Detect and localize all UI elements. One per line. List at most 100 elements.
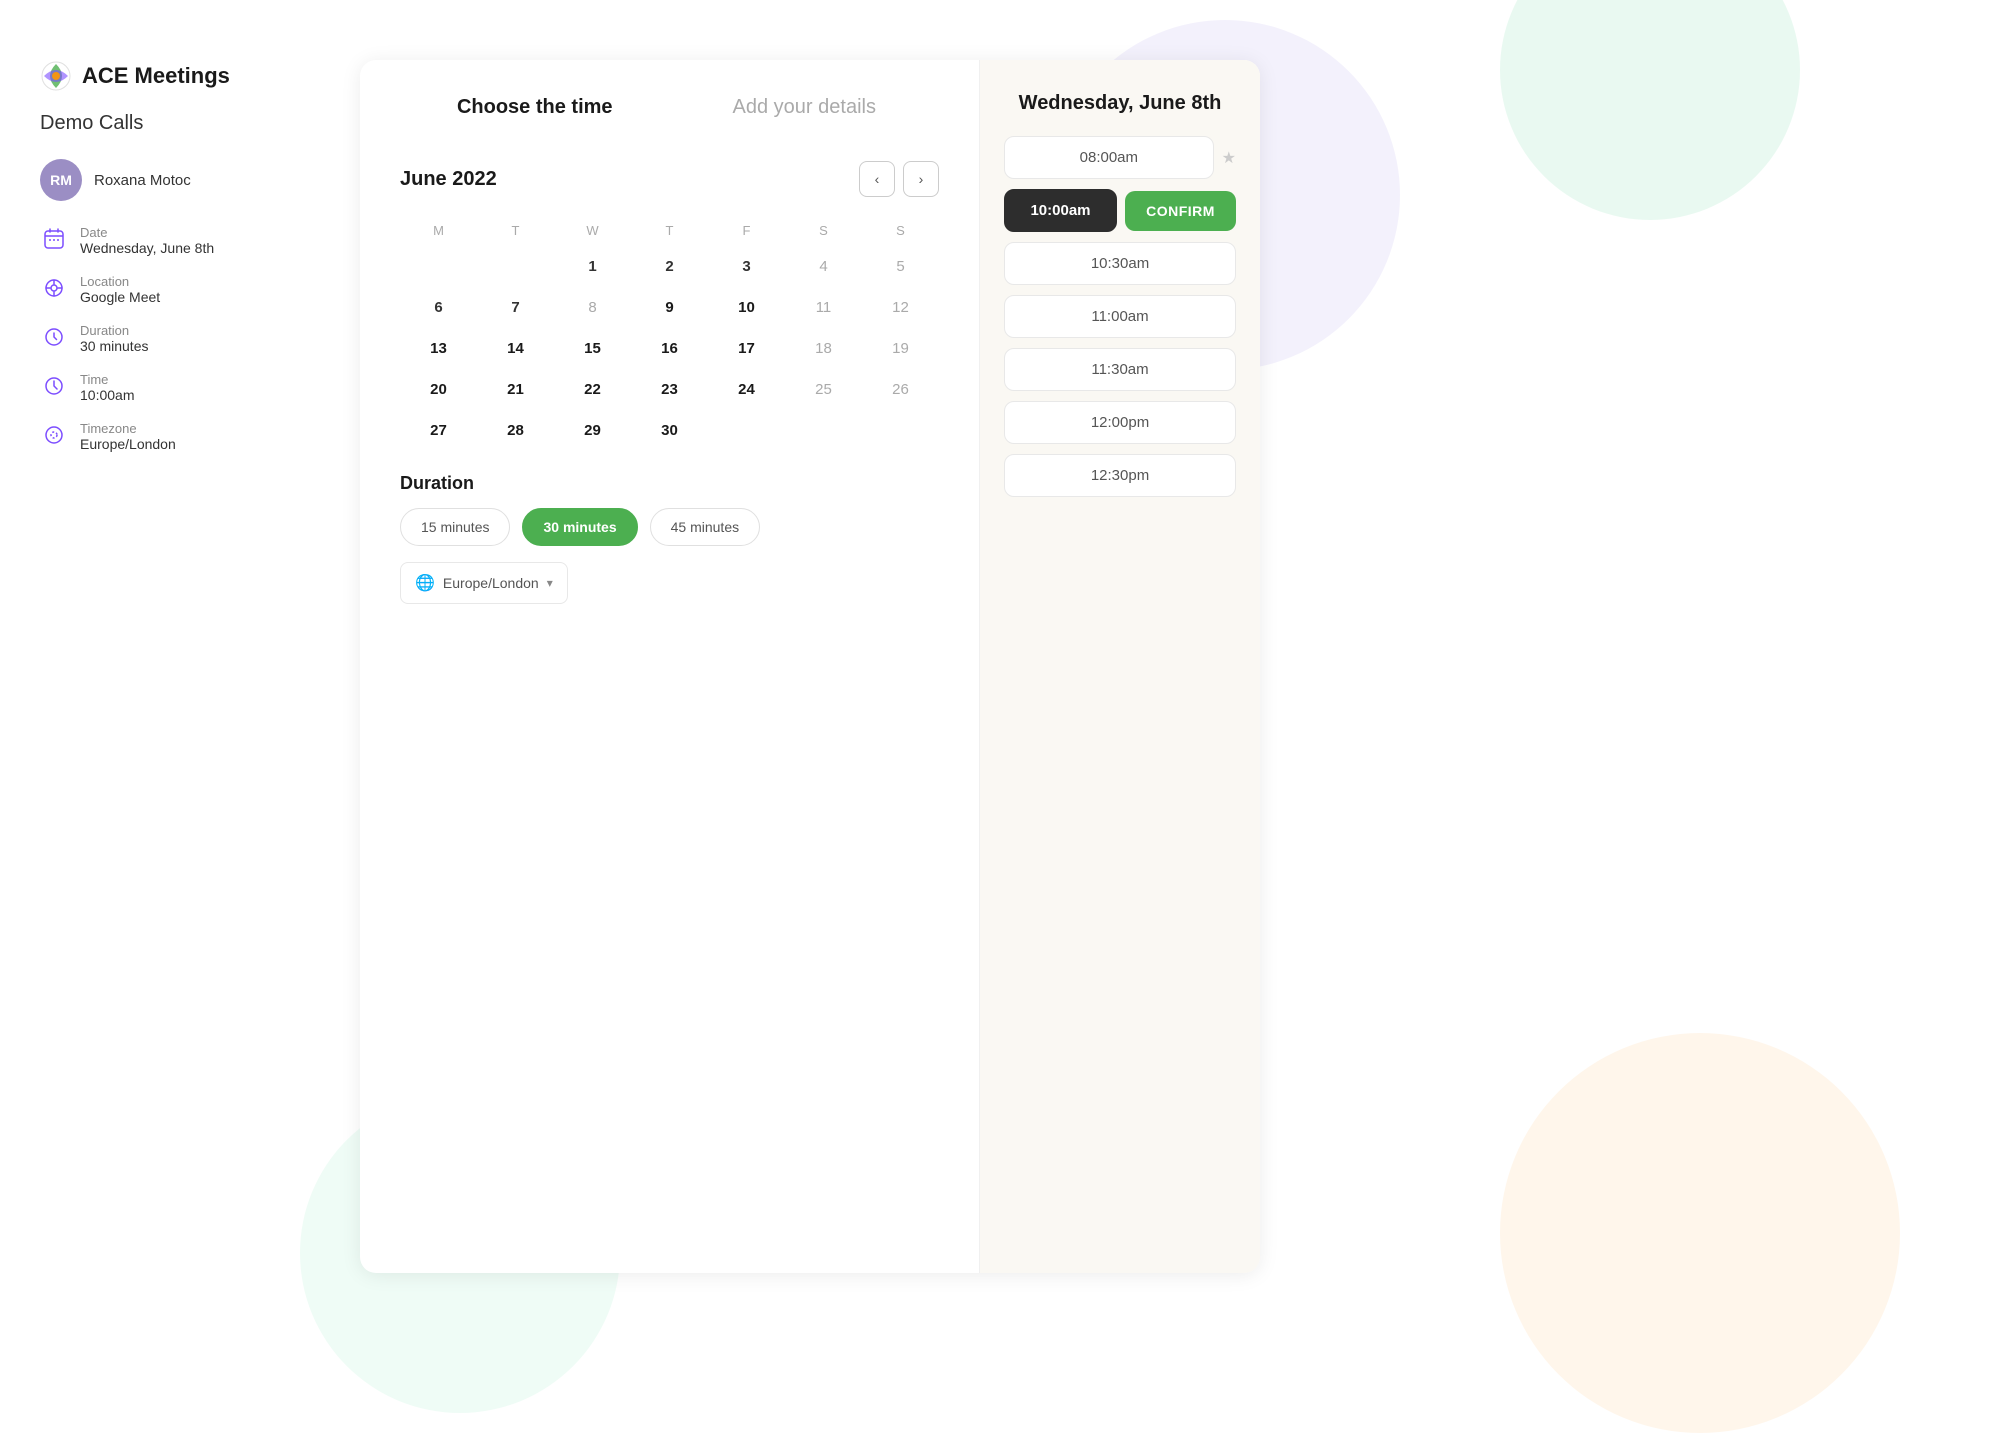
info-list: Date Wednesday, June 8th Location Google… (40, 225, 300, 452)
timezone-display: Europe/London (443, 575, 539, 591)
info-date: Date Wednesday, June 8th (40, 225, 300, 256)
duration-15-button[interactable]: 15 minutes (400, 508, 510, 546)
cal-day-21[interactable]: 21 (477, 371, 554, 408)
cal-day-22[interactable]: 22 (554, 371, 631, 408)
cal-day-5: 5 (862, 248, 939, 285)
day-header-sat: S (785, 217, 862, 244)
selected-date-title: Wednesday, June 8th (1004, 90, 1236, 116)
host-name: Roxana Motoc (94, 172, 191, 189)
time-section: Wednesday, June 8th 08:00am ★ 10:00am CO… (980, 60, 1260, 1273)
section-tabs: Choose the time Add your details (400, 96, 939, 129)
month-year-label: June 2022 (400, 168, 497, 191)
avatar: RM (40, 159, 82, 201)
date-info-text: Date Wednesday, June 8th (80, 225, 214, 256)
date-label: Date (80, 225, 214, 240)
timezone-value: Europe/London (80, 436, 176, 452)
app-logo (40, 60, 72, 92)
duration-value: 30 minutes (80, 338, 148, 354)
date-value: Wednesday, June 8th (80, 240, 214, 256)
duration-45-button[interactable]: 45 minutes (650, 508, 760, 546)
info-time: Time 10:00am (40, 372, 300, 403)
globe-icon: 🌐 (415, 573, 435, 593)
nav-buttons: ‹ › (859, 161, 939, 197)
cal-day-10[interactable]: 10 (708, 289, 785, 326)
cal-day-8[interactable]: 8 (554, 289, 631, 326)
confirm-button[interactable]: CONFIRM (1125, 191, 1236, 231)
time-slot-1130[interactable]: 11:30am (1004, 348, 1236, 391)
time-slot-1200[interactable]: 12:00pm (1004, 401, 1236, 444)
duration-info-text: Duration 30 minutes (80, 323, 148, 354)
sidebar: ACE Meetings Demo Calls RM Roxana Motoc (40, 60, 300, 1273)
cal-day-4: 4 (785, 248, 862, 285)
calendar-week-2: 6 7 8 9 10 11 12 (400, 289, 939, 326)
cal-day-11: 11 (785, 289, 862, 326)
cal-day-6[interactable]: 6 (400, 289, 477, 326)
duration-options: 15 minutes 30 minutes 45 minutes (400, 508, 939, 546)
chevron-down-icon: ▾ (547, 576, 553, 590)
cal-day-24[interactable]: 24 (708, 371, 785, 408)
cal-day-16[interactable]: 16 (631, 330, 708, 367)
cal-day-7[interactable]: 7 (477, 289, 554, 326)
cal-day-2[interactable]: 2 (631, 248, 708, 285)
time-slot-row-800: 08:00am ★ (1004, 136, 1236, 179)
logo-area: ACE Meetings (40, 60, 300, 92)
tab-add-details[interactable]: Add your details (670, 96, 940, 129)
cal-day-29[interactable]: 29 (554, 412, 631, 449)
duration-section: Duration 15 minutes 30 minutes 45 minute… (400, 473, 939, 604)
cal-day-15[interactable]: 15 (554, 330, 631, 367)
time-label: Time (80, 372, 134, 387)
duration-label: Duration (80, 323, 148, 338)
location-info-text: Location Google Meet (80, 274, 160, 305)
time-slot-1000[interactable]: 10:00am (1004, 189, 1117, 232)
calendar-grid: M T W T F S S 1 2 3 (400, 217, 939, 449)
cal-day-empty (862, 412, 939, 449)
cal-day-empty (400, 248, 477, 285)
time-slot-1230[interactable]: 12:30pm (1004, 454, 1236, 497)
timezone-dropdown[interactable]: 🌐 Europe/London ▾ (400, 562, 568, 604)
cal-day-14[interactable]: 14 (477, 330, 554, 367)
time-info-text: Time 10:00am (80, 372, 134, 403)
cal-day-3[interactable]: 3 (708, 248, 785, 285)
location-value: Google Meet (80, 289, 160, 305)
calendar-week-1: 1 2 3 4 5 (400, 248, 939, 285)
location-label: Location (80, 274, 160, 289)
calendar-week-5: 27 28 29 30 (400, 412, 939, 449)
info-location: Location Google Meet (40, 274, 300, 305)
app-title: ACE Meetings (82, 63, 230, 89)
day-header-wed: W (554, 217, 631, 244)
day-header-sun: S (862, 217, 939, 244)
cal-day-9[interactable]: 9 (631, 289, 708, 326)
duration-icon (40, 323, 68, 351)
time-slot-1100[interactable]: 11:00am (1004, 295, 1236, 338)
tab-choose-time[interactable]: Choose the time (400, 96, 670, 129)
cal-day-27[interactable]: 27 (400, 412, 477, 449)
cal-day-empty (708, 412, 785, 449)
day-header-thu: T (631, 217, 708, 244)
cal-day-23[interactable]: 23 (631, 371, 708, 408)
prev-month-button[interactable]: ‹ (859, 161, 895, 197)
star-icon[interactable]: ★ (1222, 148, 1236, 168)
host-row: RM Roxana Motoc (40, 159, 300, 201)
cal-day-18: 18 (785, 330, 862, 367)
cal-day-30[interactable]: 30 (631, 412, 708, 449)
cal-day-1[interactable]: 1 (554, 248, 631, 285)
duration-30-button[interactable]: 30 minutes (522, 508, 637, 546)
calendar-icon (40, 225, 68, 253)
cal-day-25: 25 (785, 371, 862, 408)
time-slot-row-1000: 10:00am CONFIRM (1004, 189, 1236, 232)
time-slot-800[interactable]: 08:00am (1004, 136, 1214, 179)
cal-day-13[interactable]: 13 (400, 330, 477, 367)
cal-day-17[interactable]: 17 (708, 330, 785, 367)
time-slot-1030[interactable]: 10:30am (1004, 242, 1236, 285)
cal-day-empty (785, 412, 862, 449)
calendar-section: Choose the time Add your details June 20… (360, 60, 980, 1273)
cal-day-empty (477, 248, 554, 285)
cal-day-19: 19 (862, 330, 939, 367)
info-duration: Duration 30 minutes (40, 323, 300, 354)
cal-day-28[interactable]: 28 (477, 412, 554, 449)
calendar-week-4: 20 21 22 23 24 25 26 (400, 371, 939, 408)
cal-day-26: 26 (862, 371, 939, 408)
cal-day-20[interactable]: 20 (400, 371, 477, 408)
next-month-button[interactable]: › (903, 161, 939, 197)
calendar-header: June 2022 ‹ › (400, 161, 939, 197)
